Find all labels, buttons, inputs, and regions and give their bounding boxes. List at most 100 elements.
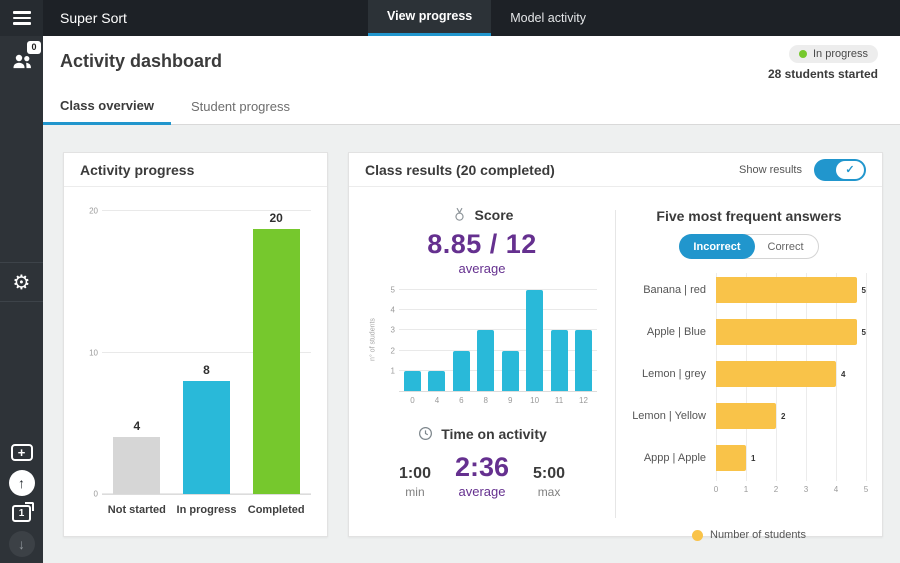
time-on-activity-label: Time on activity — [441, 425, 547, 442]
bar — [716, 445, 746, 471]
frequent-answers-column: Five most frequent answers Incorrect Cor… — [616, 188, 882, 541]
bar — [526, 290, 544, 391]
answers-filter-toggle: Incorrect Correct — [679, 234, 819, 259]
legend-label: Number of students — [710, 529, 806, 541]
bar — [252, 229, 300, 494]
time-max-value: 5:00 — [533, 465, 566, 482]
clock-icon — [417, 425, 434, 442]
x-tick-label: 3 — [803, 485, 809, 494]
page-header: Activity dashboard In progress 28 studen… — [43, 36, 900, 89]
time-max-label: max — [537, 485, 561, 499]
bar — [716, 319, 857, 345]
bar — [716, 403, 776, 429]
bar-column: 20 — [245, 211, 307, 494]
status-label: In progress — [812, 48, 868, 60]
answer-label: Apple | Blue — [646, 326, 706, 338]
frequent-answers-title: Five most frequent answers — [656, 208, 842, 224]
x-tick-label: 9 — [507, 396, 513, 405]
x-tick-label: 4 — [833, 485, 839, 494]
bar-column: 8 — [175, 211, 237, 494]
topbar-tabs: View progress Model activity — [368, 0, 605, 36]
bar-track: 5 — [716, 277, 866, 303]
dashboard-tabs: Class overview Student progress — [43, 89, 900, 125]
y-tick-label: 0 — [93, 489, 98, 499]
legend-dot-icon — [692, 529, 703, 541]
bar — [501, 350, 519, 391]
y-tick-label: 5 — [390, 285, 395, 295]
top-bar: Super Sort View progress Model activity — [43, 0, 900, 36]
page-number: 1 — [18, 508, 25, 519]
bar-value: 4 — [841, 369, 846, 379]
status-dot-icon — [798, 50, 807, 58]
bar-value: 2 — [781, 411, 786, 421]
answer-row: Lemon | Yellow 2 — [616, 395, 882, 437]
bars-row — [399, 290, 597, 391]
hamburger-menu-icon[interactable] — [0, 0, 43, 36]
page-indicator[interactable]: 1 — [12, 502, 34, 522]
students-started-count: 28 students started — [767, 67, 878, 81]
score-histogram-x-labels: 0 4 6 8 9 10 11 12 — [399, 396, 597, 405]
answer-label: Appp | Apple — [643, 452, 706, 464]
bar-track: 1 — [716, 445, 866, 471]
bar-value: 1 — [751, 453, 756, 463]
bar-column: 4 — [106, 211, 168, 494]
bar — [477, 330, 495, 391]
score-average-value: 8.85 / 12 — [427, 229, 537, 259]
answer-row: Appp | Apple 1 — [616, 437, 882, 479]
x-axis: 0 1 2 3 4 5 — [713, 485, 868, 497]
correct-filter-button[interactable]: Correct — [754, 235, 818, 258]
activity-progress-card: Activity progress 0 10 20 4 8 20 Not started I… — [63, 152, 328, 537]
incorrect-filter-button[interactable]: Incorrect — [679, 234, 755, 259]
answer-label: Lemon | Yellow — [632, 410, 706, 422]
y-tick-label: 2 — [390, 346, 395, 356]
class-results-card: Class results (20 completed) Show result… — [348, 152, 883, 541]
students-button[interactable]: 0 — [7, 41, 41, 76]
scroll-down-button[interactable] — [8, 531, 35, 557]
bar-track: 4 — [716, 361, 866, 387]
x-tick-label: 6 — [459, 396, 464, 405]
tab-student-progress[interactable]: Student progress — [177, 89, 304, 125]
tab-class-overview[interactable]: Class overview — [43, 89, 171, 125]
score-label: Score — [474, 206, 514, 223]
class-results-title: Class results (20 completed) — [365, 161, 555, 178]
bar-value: 20 — [269, 211, 283, 225]
add-page-button[interactable] — [10, 444, 33, 461]
x-tick-label: Completed — [247, 504, 305, 516]
bar-track: 5 — [716, 319, 866, 345]
x-tick-label: 2 — [773, 485, 779, 494]
x-tick-label: 8 — [483, 396, 488, 405]
bar — [404, 370, 421, 391]
x-tick-label: 10 — [530, 396, 540, 405]
y-tick-label: 10 — [89, 348, 98, 357]
answer-row: Apple | Blue 5 — [616, 311, 882, 353]
chart-legend: Number of students — [616, 529, 882, 541]
activity-progress-x-labels: Not started In progress Completed — [102, 504, 311, 516]
activity-progress-chart: 0 10 20 4 8 20 — [89, 207, 311, 499]
left-sidebar: 0 ⚙ 1 — [0, 0, 43, 563]
bar — [716, 361, 836, 387]
y-tick-label: 3 — [390, 325, 395, 335]
time-min-value: 1:00 — [398, 465, 431, 482]
tab-view-progress[interactable]: View progress — [368, 0, 492, 36]
x-tick-label: 4 — [434, 396, 440, 405]
x-tick-label: 0 — [713, 485, 719, 494]
tab-model-activity[interactable]: Model activity — [491, 0, 605, 36]
gear-icon: ⚙ — [12, 270, 31, 294]
bar — [550, 330, 568, 391]
time-average-value: 2:36 — [454, 452, 510, 482]
answer-label: Banana | red — [643, 284, 706, 296]
y-tick-label: 20 — [89, 206, 98, 216]
bar-value: 5 — [861, 285, 866, 295]
x-tick-label: 11 — [554, 396, 564, 405]
show-results-toggle[interactable] — [814, 158, 866, 181]
answer-label: Lemon | grey — [641, 368, 706, 380]
scroll-up-button[interactable] — [8, 470, 35, 496]
score-histogram: n° of students 1 2 3 4 5 — [370, 286, 597, 392]
y-axis-label: n° of students — [369, 317, 377, 361]
bar-value: 4 — [133, 419, 141, 434]
bar — [452, 350, 470, 391]
status-badge: In progress — [788, 45, 878, 63]
settings-button[interactable]: ⚙ — [0, 262, 43, 302]
bar — [716, 277, 857, 303]
score-time-column: Score 8.85 / 12 average n° of students 1… — [349, 188, 615, 536]
